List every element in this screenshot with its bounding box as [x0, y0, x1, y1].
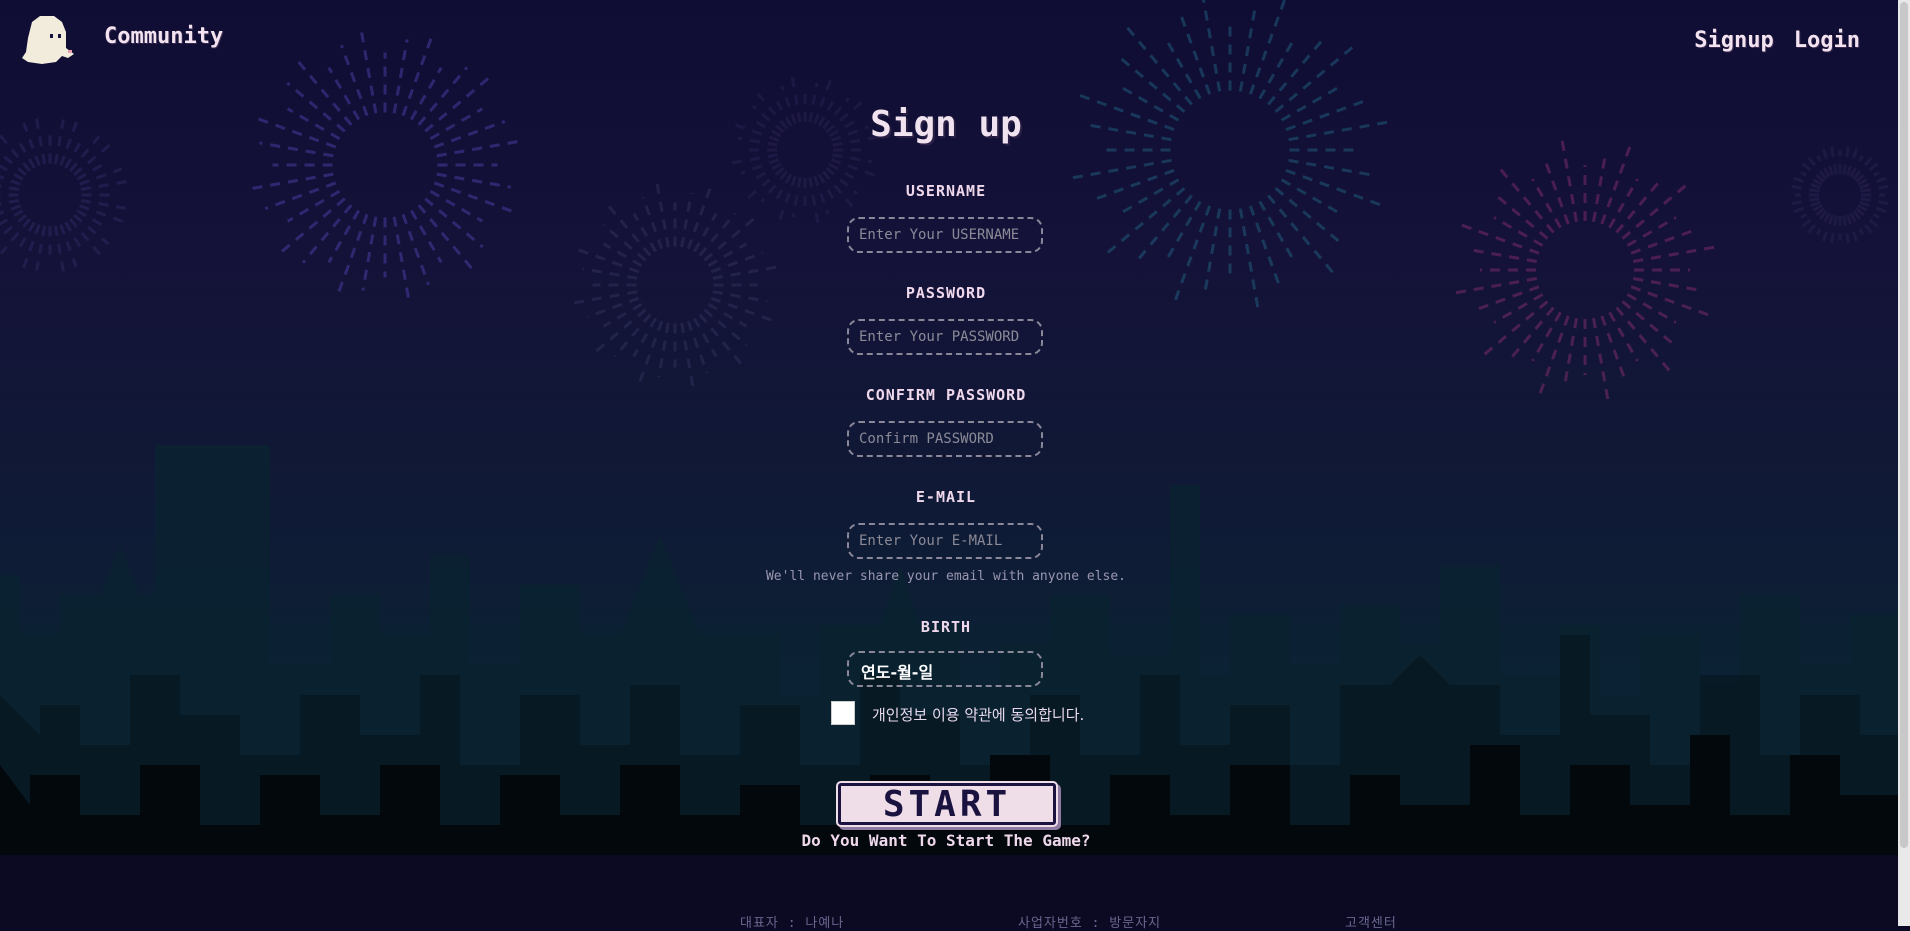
nav-links: Signup Login	[1694, 28, 1860, 53]
password-input[interactable]	[847, 319, 1043, 355]
footer-item: 고객센터	[1345, 916, 1397, 931]
navbar: Community Signup Login	[0, 0, 1898, 80]
confirm-password-label: CONFIRM PASSWORD	[865, 386, 1027, 404]
start-button[interactable]: START	[838, 783, 1056, 825]
footer	[0, 855, 1898, 926]
password-label: PASSWORD	[905, 284, 987, 302]
agree-checkbox[interactable]	[831, 701, 855, 725]
footer-item: 대표자 : 나예나	[740, 916, 845, 931]
footer-item: 사업자번호 : 방문자지	[1018, 916, 1162, 931]
confirm-password-input[interactable]	[847, 421, 1043, 457]
login-link[interactable]: Login	[1794, 28, 1860, 53]
birth-date-value: 연도-월-일	[861, 663, 934, 682]
email-hint: We'll never share your email with anyone…	[765, 569, 1127, 584]
page-title: Sign up	[870, 104, 1022, 145]
ghost-logo-icon[interactable]	[18, 14, 76, 66]
scrollbar[interactable]	[1898, 0, 1910, 926]
community-link[interactable]: Community	[104, 24, 223, 49]
start-question: Do You Want To Start The Game?	[801, 831, 1091, 850]
username-label: USERNAME	[905, 182, 987, 200]
signup-link[interactable]: Signup	[1694, 28, 1773, 53]
birth-label: BIRTH	[920, 618, 972, 636]
username-input[interactable]	[847, 217, 1043, 253]
agree-label: 개인정보 이용 약관에 동의합니다.	[872, 706, 1085, 724]
email-input[interactable]	[847, 523, 1043, 559]
email-label: E-MAIL	[915, 488, 977, 506]
scrollbar-thumb[interactable]	[1900, 2, 1908, 848]
